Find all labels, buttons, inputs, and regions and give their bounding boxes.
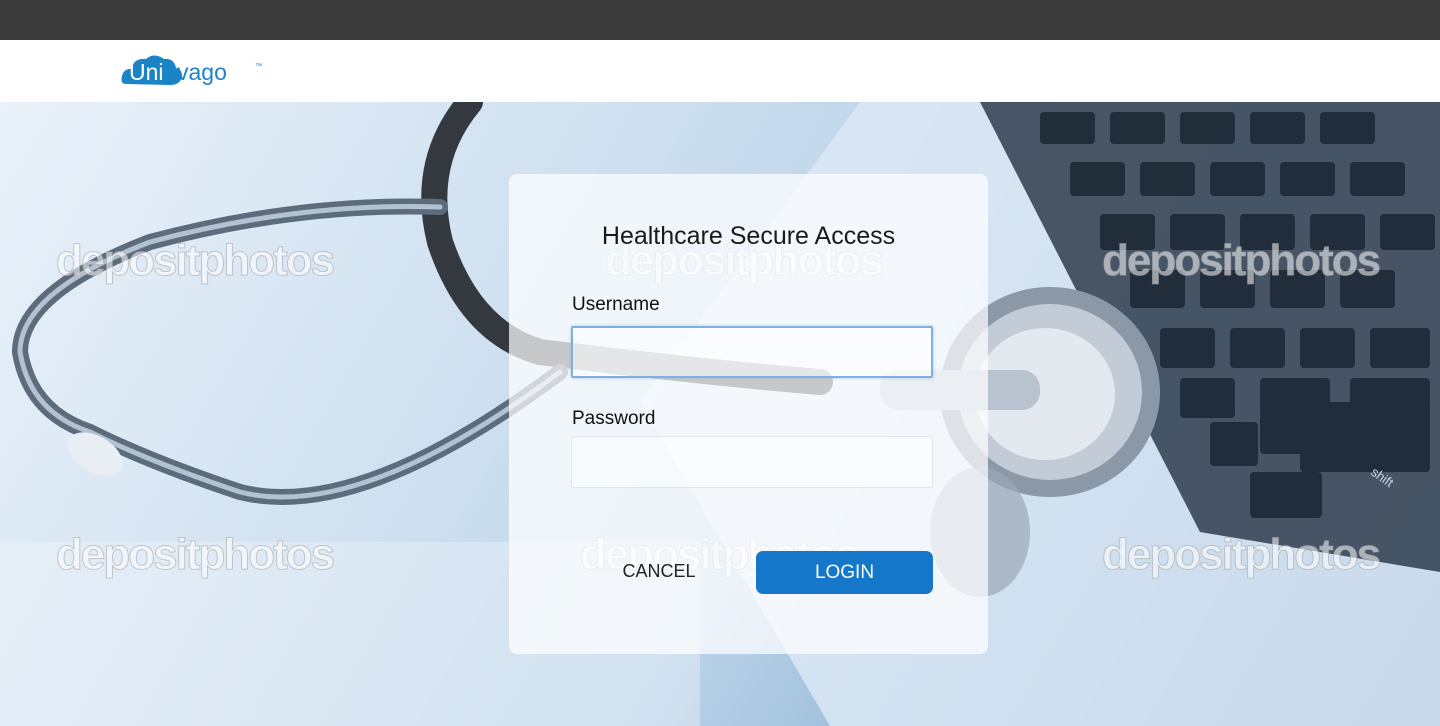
- username-input[interactable]: [571, 326, 933, 378]
- cancel-button[interactable]: CANCEL: [607, 556, 711, 586]
- logo-text-vago: vago: [177, 59, 227, 85]
- login-card: Healthcare Secure Access Username Passwo…: [509, 174, 988, 654]
- hero-background: shift depositphotos depositphotos deposi…: [0, 102, 1440, 726]
- logo-trademark: ™: [255, 63, 262, 70]
- site-header: Uni vago ™: [0, 40, 1440, 102]
- password-input[interactable]: [571, 436, 933, 488]
- login-button[interactable]: LOGIN: [756, 551, 933, 594]
- logo-text-uni: Uni: [129, 59, 164, 85]
- login-title: Healthcare Secure Access: [601, 222, 896, 250]
- username-label: Username: [572, 294, 660, 315]
- browser-top-bar: [0, 0, 1440, 40]
- password-label: Password: [572, 408, 656, 429]
- univago-logo[interactable]: Uni vago ™: [120, 48, 270, 94]
